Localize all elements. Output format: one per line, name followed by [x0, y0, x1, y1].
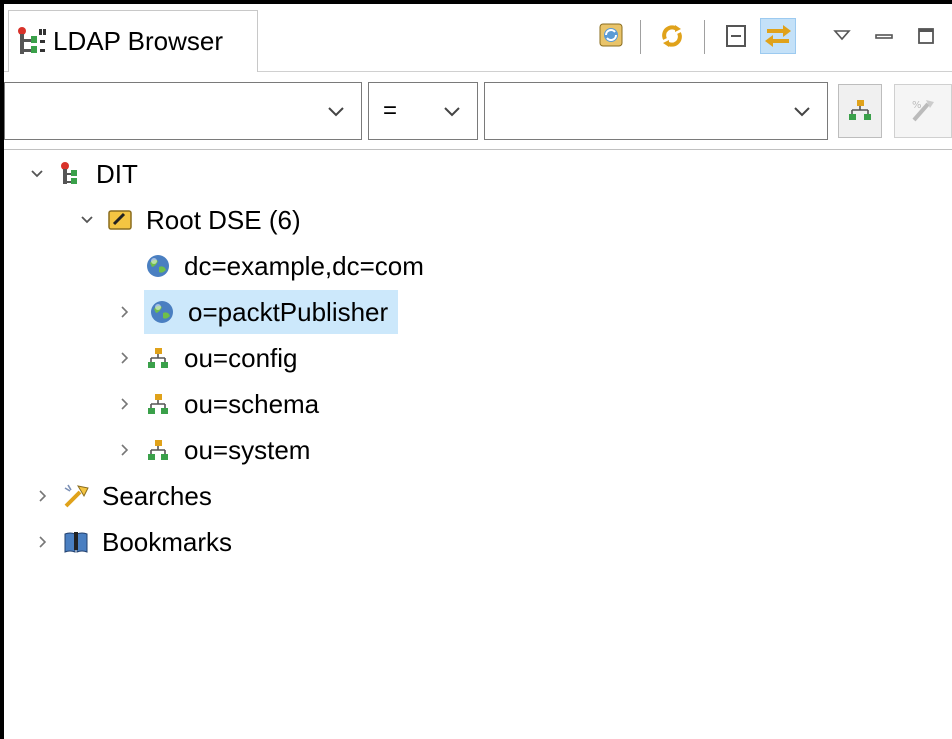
view-tab-bar: LDAP Browser — [4, 4, 952, 72]
toolbar-separator — [640, 20, 641, 54]
link-sync-button[interactable] — [654, 18, 690, 54]
quick-search-icon — [849, 100, 871, 120]
root-dse-icon — [108, 210, 132, 230]
chevron-right-icon[interactable] — [114, 439, 136, 461]
globe-icon — [151, 301, 173, 323]
dit-icon — [61, 162, 77, 184]
tree-node-dit[interactable]: DIT — [26, 152, 142, 196]
chevron-down-icon — [328, 107, 344, 117]
tree-node-dc-example[interactable]: dc=example,dc=com — [114, 244, 428, 288]
toolbar-separator — [704, 20, 705, 54]
tab-title: LDAP Browser — [53, 26, 224, 56]
collapse-all-icon — [726, 25, 746, 47]
chevron-down-icon — [794, 107, 810, 117]
minimize-button[interactable] — [866, 18, 902, 54]
operator-combo[interactable]: = — [368, 82, 478, 140]
chevron-right-icon[interactable] — [32, 531, 54, 553]
filter-bar: = % — [4, 72, 952, 150]
link-with-editor-button[interactable] — [760, 18, 796, 54]
tree-node-label: ou=system — [184, 434, 311, 465]
tree-node-ou-config[interactable]: ou=config — [114, 336, 301, 380]
tree-node-o-packtpublisher[interactable]: o=packtPublisher — [114, 290, 399, 334]
quick-search-button[interactable] — [838, 84, 882, 138]
collapse-all-button[interactable] — [718, 18, 754, 54]
refresh-connections-button[interactable] — [594, 18, 630, 54]
ldap-browser-view: LDAP Browser = % DIT Root DSE (6) dc=exa… — [0, 0, 952, 739]
tree-node-ou-schema[interactable]: ou=schema — [114, 382, 323, 426]
tree-node-label: Bookmarks — [102, 526, 233, 557]
operator-combo-value: = — [383, 97, 398, 124]
tree-node-label: Root DSE (6) — [146, 204, 301, 235]
chevron-right-icon[interactable] — [114, 347, 136, 369]
tree-node-label: DIT — [96, 158, 138, 189]
view-menu-button[interactable] — [824, 18, 860, 54]
chevron-right-icon[interactable] — [32, 485, 54, 507]
tab-ldap-browser[interactable]: LDAP Browser — [8, 10, 258, 72]
link-sync-icon — [662, 25, 682, 47]
tree-node-label: ou=schema — [184, 388, 320, 419]
link-with-editor-icon — [765, 25, 791, 47]
ldap-browser-icon — [18, 26, 46, 54]
run-search-button[interactable]: % — [894, 84, 952, 138]
tree-node-searches[interactable]: Searches — [32, 474, 216, 518]
chevron-down-icon[interactable] — [76, 209, 98, 231]
org-unit-icon — [148, 440, 168, 460]
maximize-icon — [918, 28, 934, 44]
search-wand-icon — [64, 484, 89, 508]
org-unit-icon — [148, 394, 168, 414]
tree-node-label: ou=config — [184, 342, 298, 373]
refresh-connections-icon — [599, 23, 623, 47]
tree-node-ou-system[interactable]: ou=system — [114, 428, 314, 472]
globe-icon — [147, 255, 169, 277]
svg-text:%: % — [912, 100, 922, 111]
attribute-combo[interactable] — [4, 82, 362, 140]
selection-highlight: o=packtPublisher — [144, 290, 399, 334]
org-unit-icon — [148, 348, 168, 368]
tree-node-label: Searches — [102, 480, 212, 511]
view-menu-icon — [833, 30, 851, 41]
tree-node-bookmarks[interactable]: Bookmarks — [32, 520, 236, 564]
run-search-icon: % — [912, 100, 934, 122]
chevron-down-icon — [444, 107, 460, 117]
maximize-button[interactable] — [908, 18, 944, 54]
chevron-right-icon[interactable] — [114, 301, 136, 323]
value-combo[interactable] — [484, 82, 828, 140]
chevron-right-icon[interactable] — [114, 393, 136, 415]
bookmarks-icon — [64, 532, 88, 553]
tree-node-root-dse[interactable]: Root DSE (6) — [76, 198, 305, 242]
minimize-icon — [875, 34, 893, 39]
chevron-down-icon[interactable] — [26, 163, 48, 185]
tree-node-label: dc=example,dc=com — [184, 250, 424, 281]
tree-node-label: o=packtPublisher — [188, 296, 389, 327]
